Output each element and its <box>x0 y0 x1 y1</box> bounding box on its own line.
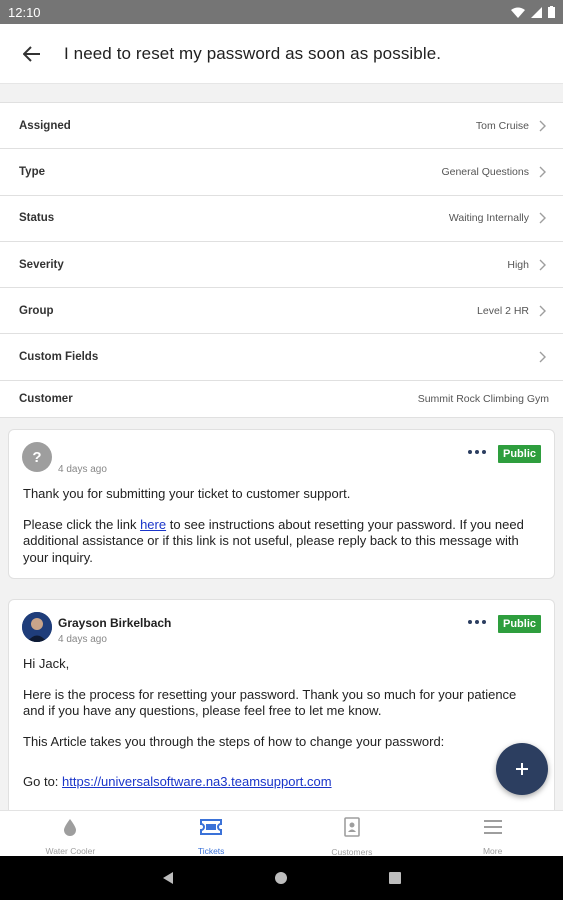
message-paragraph: Thank you for submitting your ticket to … <box>23 486 351 501</box>
menu-icon <box>483 817 502 836</box>
more-options-button[interactable] <box>466 444 488 460</box>
app-bar: I need to reset my password as soon as p… <box>0 24 563 84</box>
field-value: Waiting Internally <box>448 212 529 225</box>
field-label: Type <box>19 165 45 178</box>
ticket-icon <box>200 817 223 836</box>
field-value: Summit Rock Climbing Gym <box>417 392 549 405</box>
status-icons <box>511 6 555 18</box>
circle-home-icon <box>274 872 287 884</box>
more-options-button[interactable] <box>466 614 488 630</box>
avatar <box>22 612 52 642</box>
page-title: I need to reset my password as soon as p… <box>64 43 442 63</box>
message-header: ? 4 days ago Public <box>9 430 554 476</box>
signal-icon <box>531 6 542 18</box>
message-paragraph: Here is the process for resetting your p… <box>23 686 517 719</box>
plus-icon <box>516 763 528 775</box>
field-assigned[interactable]: Assigned Tom Cruise <box>0 103 563 150</box>
article-link[interactable]: https://universalsoftware.na3.teamsuppor… <box>62 774 332 789</box>
system-back-button[interactable] <box>162 871 174 885</box>
nav-label: Tickets <box>197 846 225 856</box>
nav-more[interactable]: More <box>422 811 563 856</box>
system-recents-button[interactable] <box>388 871 402 885</box>
nav-water-cooler[interactable]: Water Cooler <box>0 811 141 856</box>
field-value: High <box>507 258 529 271</box>
square-recents-icon <box>388 872 401 884</box>
wifi-icon <box>511 7 525 18</box>
message-body: Thank you for submitting your ticket to … <box>9 476 554 578</box>
nav-customers[interactable]: Customers <box>282 811 423 857</box>
contact-card-icon <box>343 817 361 837</box>
nav-label: More <box>482 846 503 856</box>
public-badge: Public <box>497 615 541 633</box>
field-label: Assigned <box>19 119 71 132</box>
field-label: Custom Fields <box>19 351 99 364</box>
water-drop-icon <box>63 817 77 836</box>
add-action-button[interactable] <box>496 743 548 795</box>
nav-tickets[interactable]: Tickets <box>141 811 282 856</box>
ticket-content[interactable]: Assigned Tom Cruise Type General Questio… <box>0 84 563 810</box>
message-body: Hi Jack, Here is the process for resetti… <box>9 646 554 803</box>
field-customer[interactable]: Customer Summit Rock Climbing Gym <box>0 381 563 418</box>
message-header: Grayson Birkelbach 4 days ago Public <box>9 600 554 646</box>
arrow-back-icon <box>23 45 40 62</box>
field-label: Status <box>19 212 55 225</box>
message-author: Grayson Birkelbach <box>58 616 172 630</box>
field-label: Customer <box>19 392 73 405</box>
message-paragraph: Go to: https://universalsoftware.na3.tea… <box>23 774 540 791</box>
chevron-right-icon <box>539 211 549 225</box>
field-custom-fields[interactable]: Custom Fields <box>0 334 563 381</box>
battery-icon <box>548 6 555 18</box>
field-value: Tom Cruise <box>475 119 529 132</box>
field-value: Level 2 HR <box>477 304 529 317</box>
message-text: Please click the link <box>23 516 141 532</box>
message-time: 4 days ago <box>58 464 107 475</box>
status-bar: 12:10 <box>0 0 563 24</box>
back-button[interactable] <box>0 24 64 84</box>
bottom-navigation: Water Cooler Tickets Customers More <box>0 810 563 857</box>
nav-label: Water Cooler <box>45 846 96 856</box>
field-value: General Questions <box>441 165 529 178</box>
message-card: Grayson Birkelbach 4 days ago Public Hi … <box>8 599 555 810</box>
message-card: ? 4 days ago Public Thank you for submit… <box>8 429 555 579</box>
status-time: 12:10 <box>8 4 41 20</box>
chevron-right-icon <box>539 350 549 364</box>
system-home-button[interactable] <box>274 871 288 885</box>
message-paragraph: Hi Jack, <box>23 656 70 671</box>
field-label: Severity <box>19 258 64 271</box>
here-link[interactable]: here <box>140 517 166 532</box>
message-time: 4 days ago <box>58 634 107 645</box>
triangle-back-icon <box>162 872 173 884</box>
chevron-right-icon <box>539 258 549 272</box>
ticket-fields: Assigned Tom Cruise Type General Questio… <box>0 102 563 418</box>
chevron-right-icon <box>539 304 549 318</box>
field-type[interactable]: Type General Questions <box>0 149 563 196</box>
field-status[interactable]: Status Waiting Internally <box>0 196 563 242</box>
system-navigation-bar <box>0 856 563 900</box>
avatar: ? <box>22 442 52 472</box>
chevron-right-icon <box>539 165 549 179</box>
message-text: Go to: <box>23 774 63 789</box>
message-paragraph: This Article takes you through the steps… <box>23 733 445 749</box>
chevron-right-icon <box>539 119 549 133</box>
public-badge: Public <box>497 445 541 463</box>
message-paragraph: Please click the link here to see instru… <box>23 517 540 567</box>
field-label: Group <box>19 304 54 317</box>
field-group[interactable]: Group Level 2 HR <box>0 288 563 335</box>
field-severity[interactable]: Severity High <box>0 242 563 289</box>
